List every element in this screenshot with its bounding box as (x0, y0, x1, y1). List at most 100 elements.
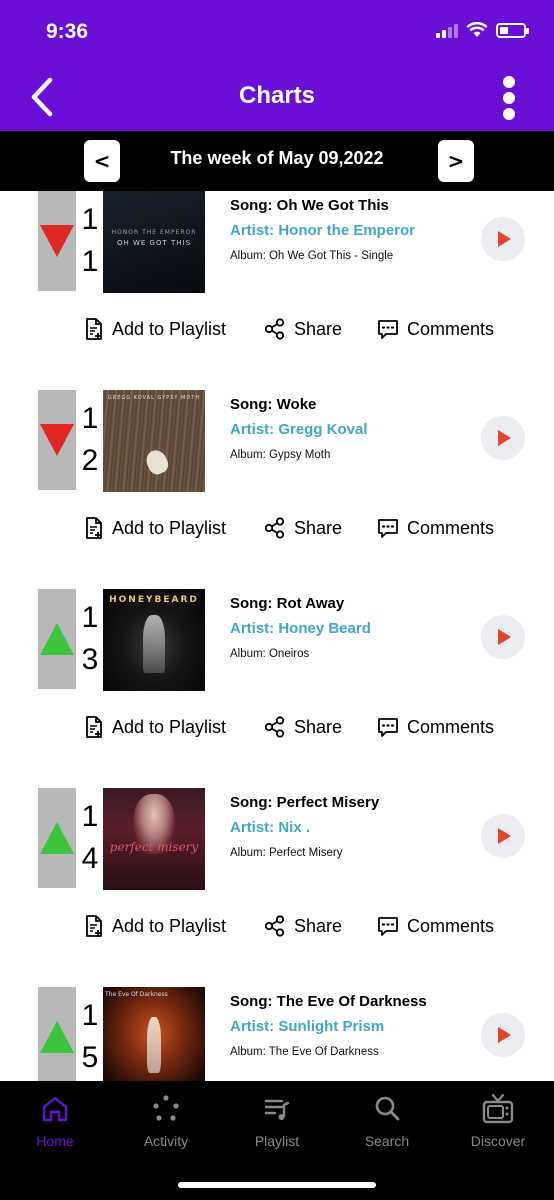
play-button[interactable] (481, 814, 525, 858)
album-name: Album: Gypsy Moth (230, 449, 331, 461)
chart-entry: 13 HONEYBEARD Song: Rot Away Artist: Hon… (0, 589, 554, 789)
more-dot-icon (503, 76, 515, 88)
comment-icon (378, 917, 398, 936)
share-label: Share (294, 318, 343, 339)
share-button[interactable]: Share (264, 906, 342, 946)
week-selector: < The week of May 09,2022 > (0, 131, 554, 191)
battery-icon (496, 22, 529, 38)
play-icon (498, 231, 511, 247)
tab-activity[interactable]: Activity (116, 1093, 216, 1149)
trend-up-icon (40, 1021, 74, 1053)
add-to-playlist-button[interactable]: Add to Playlist (84, 906, 226, 946)
entry-actions: Add to Playlist Share Comments (0, 906, 554, 946)
add-to-playlist-icon (86, 517, 102, 539)
rank-change-indicator (38, 987, 76, 1081)
rank-change-indicator (38, 191, 76, 291)
add-to-playlist-label: Add to Playlist (112, 915, 227, 936)
add-to-playlist-button[interactable]: Add to Playlist (84, 309, 226, 349)
album-art[interactable]: HONEYBEARD (103, 589, 205, 691)
album-art[interactable]: perfect misery (103, 788, 205, 890)
tab-activity-label: Activity (143, 1133, 189, 1149)
more-options-button[interactable] (500, 76, 518, 120)
page-title: Charts (238, 82, 316, 109)
more-dot-icon (503, 108, 515, 120)
song-title: Song: Rot Away (230, 595, 345, 612)
tab-home-label: Home (36, 1133, 74, 1149)
status-icons (436, 22, 529, 38)
moth-shape (142, 446, 172, 478)
add-to-playlist-icon (86, 318, 102, 340)
play-button[interactable] (481, 217, 525, 261)
album-art[interactable]: The Eve Of Darkness (103, 987, 205, 1081)
artist-link[interactable]: Artist: Nix . (230, 819, 475, 841)
song-title: Song: Oh We Got This (230, 197, 389, 214)
chart-entry: 15 The Eve Of Darkness Song: The Eve Of … (0, 987, 554, 1081)
play-button[interactable] (481, 1013, 525, 1057)
next-week-button[interactable]: > (438, 140, 474, 182)
chart-entry: 12 GREGG KOVAL GYPSY MOTH Song: Woke Art… (0, 390, 554, 590)
tab-playlist[interactable]: Playlist (227, 1093, 327, 1149)
play-icon (498, 828, 511, 844)
add-to-playlist-button[interactable]: Add to Playlist (84, 508, 226, 548)
album-name: Album: Oh We Got This - Single (230, 250, 394, 262)
play-icon (498, 430, 511, 446)
trend-up-icon (40, 822, 74, 854)
album-art[interactable]: GREGG KOVAL GYPSY MOTH (103, 390, 205, 492)
share-label: Share (294, 915, 343, 936)
comments-button[interactable]: Comments (377, 508, 494, 548)
tab-home[interactable]: Home (5, 1093, 105, 1149)
share-icon (264, 716, 285, 738)
previous-week-button[interactable]: < (84, 140, 120, 182)
chart-entry: 11 HONOR THE EMPEROR OH WE GOT THIS Song… (0, 191, 554, 391)
share-button[interactable]: Share (264, 309, 342, 349)
add-to-playlist-label: Add to Playlist (112, 318, 227, 339)
play-icon (498, 629, 511, 645)
trend-down-icon (40, 424, 74, 456)
album-name: Album: The Eve Of Darkness (230, 1046, 379, 1058)
add-to-playlist-icon (86, 716, 102, 738)
entry-actions: Add to Playlist Share Comments (0, 309, 554, 349)
play-icon (498, 1027, 511, 1043)
tab-search-label: Search (364, 1133, 410, 1149)
rank-number: 11 (81, 203, 99, 278)
comment-icon (378, 320, 398, 339)
artist-link[interactable]: Artist: Sunlight Prism (230, 1018, 475, 1040)
chart-entry: 14 perfect misery Song: Perfect Misery A… (0, 788, 554, 988)
more-dot-icon (503, 92, 515, 104)
add-to-playlist-button[interactable]: Add to Playlist (84, 707, 226, 747)
status-bar: 9:36 (0, 0, 554, 64)
rank-change-indicator (38, 589, 76, 689)
album-name: Album: Perfect Misery (230, 847, 343, 859)
comments-label: Comments (407, 318, 495, 339)
figure-shape (147, 1017, 161, 1073)
home-indicator[interactable] (178, 1182, 376, 1188)
play-button[interactable] (481, 416, 525, 460)
song-info: Song: Oh We Got This Artist: Honor the E… (230, 197, 475, 262)
home-icon (42, 1096, 68, 1122)
playlist-icon (264, 1099, 290, 1120)
figure-shape (143, 615, 165, 673)
tab-search[interactable]: Search (337, 1093, 437, 1149)
play-button[interactable] (481, 615, 525, 659)
share-button[interactable]: Share (264, 508, 342, 548)
rank-change-indicator (38, 788, 76, 888)
chart-list[interactable]: 11 HONOR THE EMPEROR OH WE GOT THIS Song… (0, 191, 554, 1081)
trend-up-icon (40, 623, 74, 655)
comments-button[interactable]: Comments (377, 906, 494, 946)
comment-icon (378, 519, 398, 538)
comments-button[interactable]: Comments (377, 309, 494, 349)
add-to-playlist-label: Add to Playlist (112, 716, 227, 737)
share-icon (264, 915, 285, 937)
share-button[interactable]: Share (264, 707, 342, 747)
artist-link[interactable]: Artist: Honor the Emperor (230, 222, 475, 244)
artist-link[interactable]: Artist: Gregg Koval (230, 421, 475, 443)
status-time: 9:36 (46, 20, 89, 43)
tab-discover[interactable]: Discover (448, 1093, 548, 1149)
share-label: Share (294, 716, 343, 737)
comments-button[interactable]: Comments (377, 707, 494, 747)
album-art[interactable]: HONOR THE EMPEROR OH WE GOT THIS (103, 191, 205, 293)
artist-link[interactable]: Artist: Honey Beard (230, 620, 475, 642)
search-icon (375, 1096, 400, 1121)
tab-playlist-label: Playlist (254, 1133, 300, 1149)
song-info: Song: The Eve Of Darkness Artist: Sunlig… (230, 993, 475, 1058)
